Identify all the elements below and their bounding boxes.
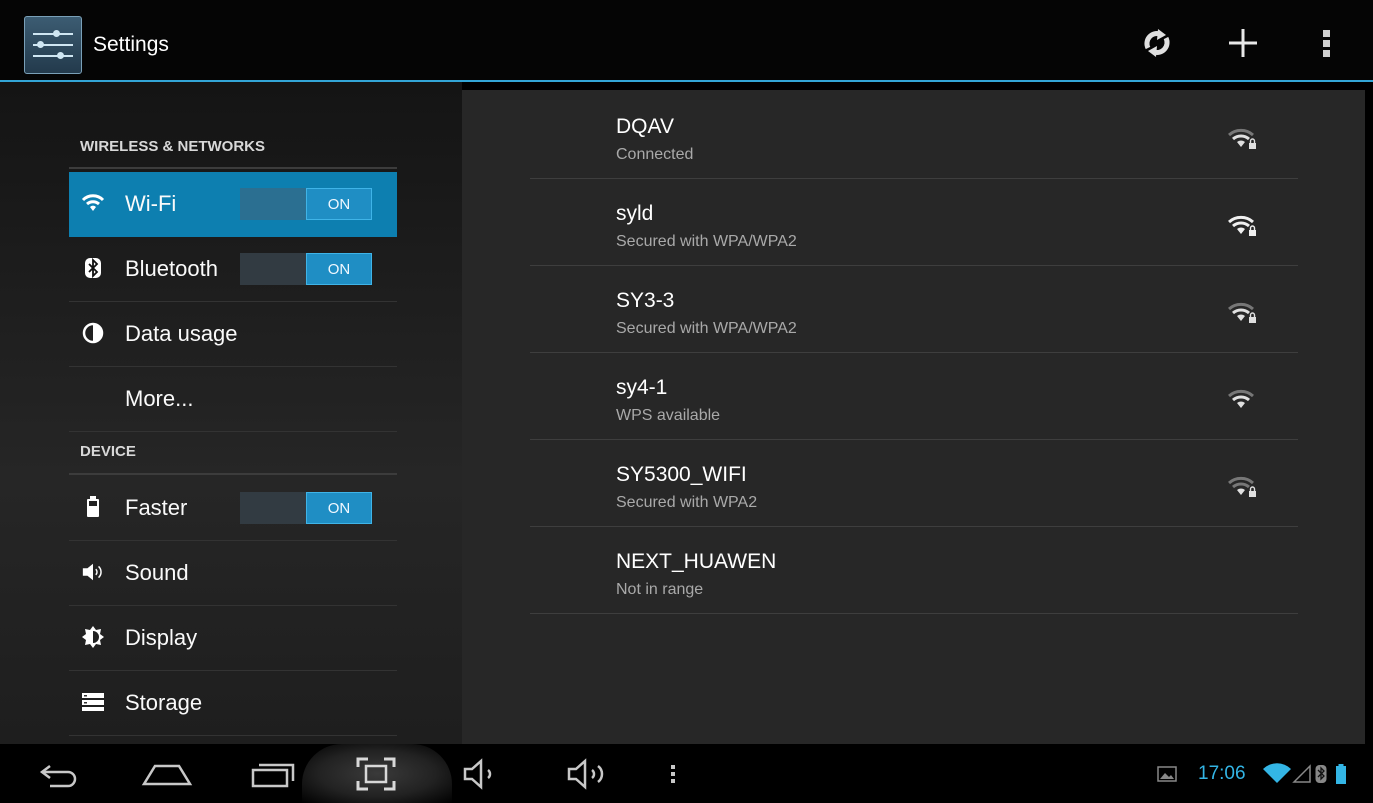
toggle-on-label: ON xyxy=(306,492,372,524)
settings-item-label: Sound xyxy=(125,560,189,585)
action-bar: Settings xyxy=(0,0,1373,82)
status-clock: 17:06 xyxy=(1198,763,1246,784)
section-header-device: DEVICE xyxy=(69,443,397,475)
wifi-network-list: DQAV Connected syld Secured with WPA/WPA… xyxy=(462,90,1365,744)
storage-icon xyxy=(81,689,105,715)
network-status: Not in range xyxy=(616,581,704,598)
wifi-toggle[interactable]: ON xyxy=(240,188,372,220)
settings-item-label: Bluetooth xyxy=(125,256,218,281)
display-brightness-icon xyxy=(81,624,105,650)
wifi-signal-icon xyxy=(1228,389,1254,408)
bluetooth-status-icon xyxy=(1313,744,1329,803)
settings-item-bluetooth[interactable]: Bluetooth ON xyxy=(69,237,397,302)
battery-status-icon xyxy=(1332,744,1350,803)
battery-icon xyxy=(81,494,105,520)
settings-headers-pane: WIRELESS & NETWORKS Wi-Fi ON Bluetooth O… xyxy=(0,82,462,744)
add-icon[interactable] xyxy=(1223,26,1263,60)
settings-item-data-usage[interactable]: Data usage xyxy=(69,302,397,367)
settings-item-more[interactable]: More... xyxy=(69,367,397,432)
network-ssid: sy4-1 xyxy=(616,376,668,399)
settings-item-label: Storage xyxy=(125,690,203,715)
network-status: Secured with WPA/WPA2 xyxy=(616,233,797,250)
volume-down-icon[interactable] xyxy=(457,744,507,803)
settings-item-label: More... xyxy=(125,386,194,411)
gallery-notification-icon[interactable] xyxy=(1154,744,1180,803)
wifi-network-item[interactable]: SY5300_WIFI Secured with WPA2 xyxy=(530,440,1298,527)
settings-item-wifi[interactable]: Wi-Fi ON xyxy=(69,172,397,237)
wifi-lock-signal-icon xyxy=(1228,215,1256,236)
network-status: Secured with WPA2 xyxy=(616,494,758,511)
cell-signal-icon xyxy=(1291,744,1313,803)
network-ssid: SY3-3 xyxy=(616,289,675,312)
wifi-network-item[interactable]: syld Secured with WPA/WPA2 xyxy=(530,179,1298,266)
network-status: Connected xyxy=(616,146,694,163)
bluetooth-toggle[interactable]: ON xyxy=(240,253,372,285)
bluetooth-icon xyxy=(81,255,105,281)
wifi-network-item[interactable]: DQAV Connected xyxy=(530,92,1298,179)
data-usage-icon xyxy=(81,320,105,346)
settings-app-icon[interactable] xyxy=(24,16,82,74)
back-icon[interactable] xyxy=(30,744,90,803)
wifi-lock-signal-icon xyxy=(1228,476,1256,497)
network-status: WPS available xyxy=(616,407,721,424)
faster-toggle[interactable]: ON xyxy=(240,492,372,524)
network-ssid: SY5300_WIFI xyxy=(616,463,747,486)
network-ssid: syld xyxy=(616,202,654,225)
wifi-status-icon xyxy=(1260,744,1294,803)
volume-up-icon[interactable] xyxy=(560,744,620,803)
wifi-lock-signal-icon xyxy=(1228,302,1256,323)
system-navigation-bar: 17:06 xyxy=(0,744,1373,803)
settings-item-label: Faster xyxy=(125,495,188,520)
section-header-wireless: WIRELESS & NETWORKS xyxy=(69,138,397,169)
screenshot-icon[interactable] xyxy=(345,744,407,803)
wifi-lock-signal-icon xyxy=(1228,128,1256,149)
settings-item-label: Wi-Fi xyxy=(125,191,177,216)
toggle-on-label: ON xyxy=(306,188,372,220)
settings-item-display[interactable]: Display xyxy=(69,606,397,671)
overflow-menu-icon[interactable] xyxy=(1307,26,1347,60)
page-title: Settings xyxy=(93,33,169,56)
wifi-icon xyxy=(81,190,105,216)
network-ssid: NEXT_HUAWEN xyxy=(616,550,777,573)
settings-item-sound[interactable]: Sound xyxy=(69,541,397,606)
network-ssid: DQAV xyxy=(616,115,674,138)
wifi-network-item[interactable]: NEXT_HUAWEN Not in range xyxy=(530,527,1298,614)
settings-item-label: Display xyxy=(125,625,198,650)
sound-icon xyxy=(81,559,105,585)
settings-item-faster[interactable]: Faster ON xyxy=(69,476,397,541)
home-icon[interactable] xyxy=(132,744,202,803)
refresh-icon[interactable] xyxy=(1137,26,1177,60)
wifi-network-item[interactable]: SY3-3 Secured with WPA/WPA2 xyxy=(530,266,1298,353)
recent-apps-icon[interactable] xyxy=(240,744,306,803)
toggle-on-label: ON xyxy=(306,253,372,285)
menu-icon[interactable] xyxy=(660,744,686,803)
network-status: Secured with WPA/WPA2 xyxy=(616,320,797,337)
settings-item-label: Data usage xyxy=(125,321,238,346)
wifi-network-item[interactable]: sy4-1 WPS available xyxy=(530,353,1298,440)
settings-item-storage[interactable]: Storage xyxy=(69,671,397,736)
